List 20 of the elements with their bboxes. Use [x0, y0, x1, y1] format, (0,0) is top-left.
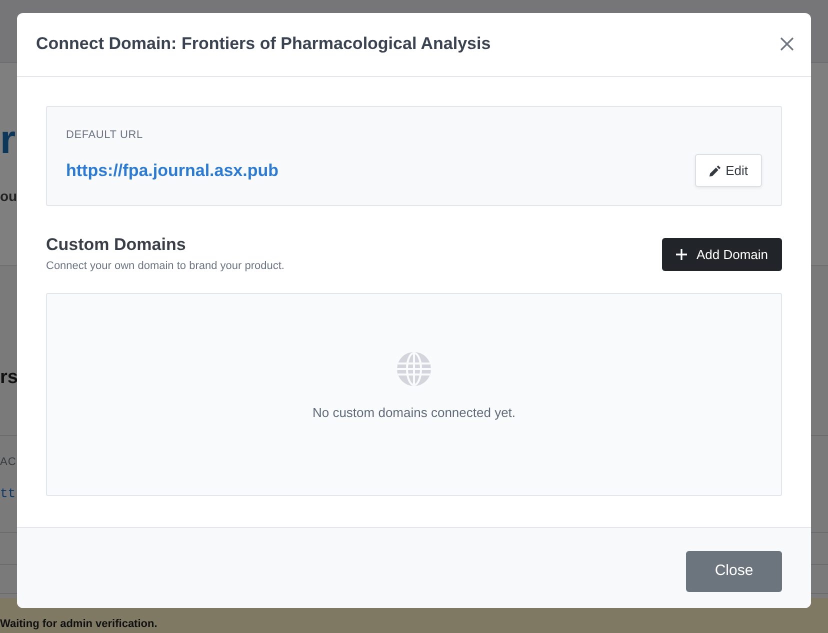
close-button[interactable]	[778, 35, 796, 53]
page-title: r	[0, 120, 16, 160]
add-domain-button[interactable]: Add Domain	[662, 238, 782, 271]
globe-icon	[397, 352, 431, 386]
close-dialog-button[interactable]: Close	[686, 551, 782, 592]
section-heading: Custom Domains	[46, 234, 187, 256]
column-header: AC	[0, 455, 16, 470]
pencil-icon	[708, 164, 721, 176]
page-subtitle: ou	[0, 187, 18, 205]
default-url-label: DEFAULT URL	[66, 128, 143, 143]
close-icon	[780, 37, 794, 51]
section-description: Connect your own domain to brand your product.	[46, 259, 284, 274]
dialog-title: Connect Domain: Frontiers of Pharmacological Analysis	[36, 33, 491, 55]
alert-text: Waiting for admin verification.	[0, 618, 158, 631]
default-url-link[interactable]: https://fpa.journal.asx.pub	[66, 158, 279, 182]
url-text: tt	[0, 485, 16, 503]
plus-icon	[676, 249, 688, 260]
edit-button[interactable]: Edit	[694, 154, 762, 187]
section-title: rs	[0, 366, 18, 390]
empty-state-message: No custom domains connected yet.	[312, 404, 516, 422]
